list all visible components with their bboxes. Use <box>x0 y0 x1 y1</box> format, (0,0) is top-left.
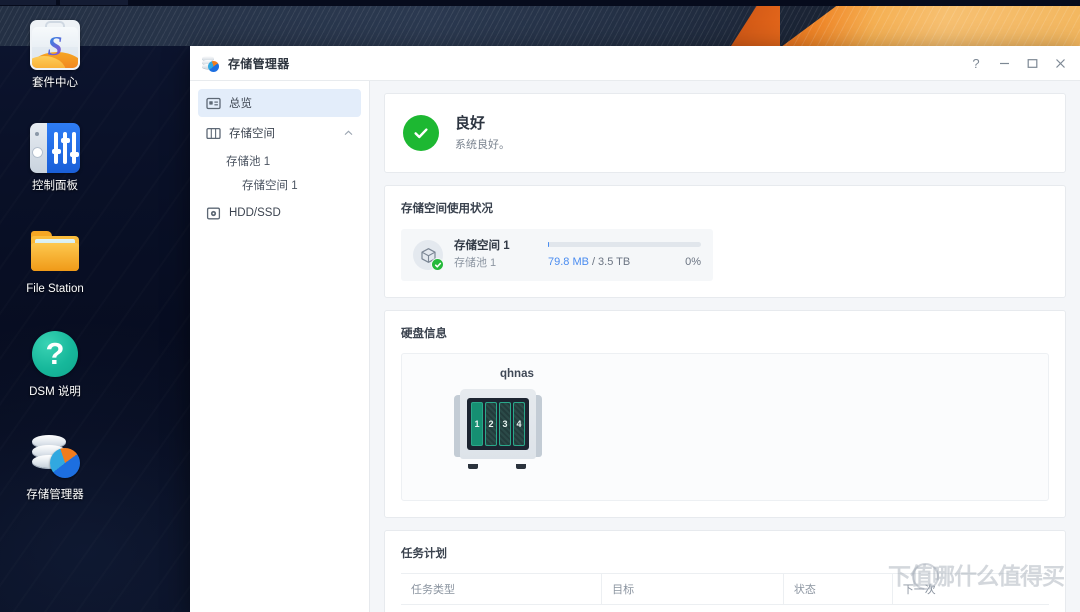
health-description: 系统良好。 <box>455 139 510 151</box>
desktop-icon-file-station[interactable]: File Station <box>0 220 110 296</box>
drive-bay-2[interactable]: 2 <box>485 402 497 446</box>
desktop-icon-control-panel[interactable]: 控制面板 <box>0 117 110 193</box>
volume-labels: 存储空间 1 存储池 1 <box>454 239 542 271</box>
app-icon <box>202 55 219 72</box>
task-table-header: 任务类型 目标 状态 下一次 <box>401 573 1049 605</box>
desktop: S 套件中心 控制面板 File Station ? DSM 说明 存储管理器 … <box>0 0 1080 612</box>
storage-usage-card: 存储空间使用状况 存储空间 1 存储池 1 79.8 MB / 3.5 TB 0… <box>384 185 1066 298</box>
volume-pool: 存储池 1 <box>454 257 497 269</box>
health-card: 良好 系统良好。 <box>384 93 1066 173</box>
window-body: 总览 存储空间 存储池 1 存储空间 1 HDD/SSD 良好 系统良好。 存储… <box>190 81 1080 612</box>
task-cell-status: 已就绪 <box>783 604 893 612</box>
volume-separator: / <box>591 256 596 268</box>
storage-manager-window: 存储管理器 ? 总览 存储空间 存储池 1 存储空间 1 HDD/SSD 良好 … <box>190 46 1080 612</box>
desktop-icon-label: 控制面板 <box>32 180 78 192</box>
sidebar-item-hdd-ssd[interactable]: HDD/SSD <box>198 199 361 227</box>
chevron-up-icon[interactable] <box>344 129 353 138</box>
usage-bar-track <box>548 242 701 247</box>
disk-info-card: 硬盘信息 qhnas 1234 <box>384 310 1066 518</box>
sidebar-subitem-label: 存储池 1 <box>226 156 271 168</box>
volume-icon <box>413 240 444 271</box>
close-icon <box>1055 58 1065 68</box>
help-icon: ? <box>972 55 980 71</box>
minimize-button[interactable] <box>990 50 1018 76</box>
sidebar-subitem-label: 存储空间 1 <box>242 180 298 192</box>
volume-numbers: 79.8 MB / 3.5 TB 0% <box>548 256 701 268</box>
drive-bay-4[interactable]: 4 <box>513 402 525 446</box>
task-cell-target: 硬盘 1, 硬盘 2 <box>601 604 784 612</box>
volume-percent: 0% <box>685 256 701 268</box>
window-controls: ? <box>962 50 1074 76</box>
health-check-icon <box>403 115 439 151</box>
volume-name: 存储空间 1 <box>454 240 510 252</box>
task-table: 任务类型目标状态下一次 S.M.A.R.T. 检测硬盘 1, 硬盘 2已就绪20… <box>401 573 1049 612</box>
window-titlebar[interactable]: 存储管理器 ? <box>190 46 1080 81</box>
taskbar[interactable] <box>0 0 1080 6</box>
sidebar-item-label: 存储空间 <box>229 128 275 140</box>
control-panel-icon <box>30 123 80 173</box>
sidebar-item-pool-1[interactable]: 存储池 1 <box>190 149 369 173</box>
drive-bay-1[interactable]: 1 <box>471 402 483 446</box>
sidebar-item-label: HDD/SSD <box>229 207 281 219</box>
nas-drive-bays: 1234 <box>467 398 529 450</box>
sidebar-item-overview[interactable]: 总览 <box>198 89 361 117</box>
task-cell-type: S.M.A.R.T. 检测 <box>401 604 602 612</box>
task-schedule-title: 任务计划 <box>401 548 447 560</box>
help-button[interactable]: ? <box>962 50 990 76</box>
health-status: 良好 <box>455 115 486 132</box>
volume-row[interactable]: 存储空间 1 存储池 1 79.8 MB / 3.5 TB 0% <box>401 229 713 281</box>
task-cell-next: 2022-07-22 <box>892 604 1049 612</box>
task-column-header[interactable]: 目标 <box>601 573 784 605</box>
sidebar: 总览 存储空间 存储池 1 存储空间 1 HDD/SSD <box>190 81 370 612</box>
storage-manager-icon <box>30 432 80 482</box>
desktop-icon-label: DSM 说明 <box>29 386 81 398</box>
close-button[interactable] <box>1046 50 1074 76</box>
package-center-icon: S <box>30 20 80 70</box>
desktop-icon-package-center[interactable]: S 套件中心 <box>0 14 110 90</box>
content-area: 良好 系统良好。 存储空间使用状况 存储空间 1 存储池 1 79.8 MB /… <box>370 81 1080 612</box>
nas-illustration: 1234 <box>454 389 542 469</box>
desktop-icon-storage-manager[interactable]: 存储管理器 <box>0 426 110 502</box>
file-station-icon <box>30 226 80 276</box>
window-title: 存储管理器 <box>228 56 290 71</box>
storage-pool-icon <box>206 126 221 141</box>
volume-status-badge <box>431 258 444 271</box>
nas-diagram-container: qhnas 1234 <box>401 353 1049 501</box>
volume-meter: 79.8 MB / 3.5 TB 0% <box>542 242 701 268</box>
dsm-help-icon: ? <box>30 329 80 379</box>
overview-icon <box>206 96 221 111</box>
sidebar-item-storage-pool[interactable]: 存储空间 <box>198 119 361 147</box>
volume-used: 79.8 MB <box>548 256 589 268</box>
minimize-icon <box>999 62 1009 64</box>
nas-device-name: qhnas <box>500 368 534 380</box>
maximize-icon <box>1027 58 1037 68</box>
desktop-icon-label: 套件中心 <box>32 77 78 89</box>
disk-info-title: 硬盘信息 <box>401 328 447 340</box>
table-row[interactable]: S.M.A.R.T. 检测硬盘 1, 硬盘 2已就绪2022-07-22 <box>401 604 1049 612</box>
maximize-button[interactable] <box>1018 50 1046 76</box>
task-column-header[interactable]: 下一次 <box>892 573 1049 605</box>
sidebar-item-label: 总览 <box>229 98 252 110</box>
task-schedule-card: 任务计划 任务类型目标状态下一次 S.M.A.R.T. 检测硬盘 1, 硬盘 2… <box>384 530 1066 612</box>
desktop-icon-dsm-help[interactable]: ? DSM 说明 <box>0 323 110 399</box>
sidebar-item-volume-1[interactable]: 存储空间 1 <box>190 173 369 197</box>
desktop-icon-list: S 套件中心 控制面板 File Station ? DSM 说明 存储管理器 <box>0 14 110 529</box>
taskbar-chip-left[interactable] <box>0 0 56 5</box>
storage-usage-title: 存储空间使用状况 <box>401 203 493 215</box>
volume-total: 3.5 TB <box>598 256 631 268</box>
drive-bay-3[interactable]: 3 <box>499 402 511 446</box>
task-column-header[interactable]: 任务类型 <box>401 573 603 605</box>
hdd-ssd-icon <box>206 206 221 221</box>
desktop-icon-label: File Station <box>26 283 84 295</box>
taskbar-chip-right[interactable] <box>60 0 128 5</box>
task-column-header[interactable]: 状态 <box>783 573 893 605</box>
task-table-body: S.M.A.R.T. 检测硬盘 1, 硬盘 2已就绪2022-07-22 <box>401 604 1049 612</box>
desktop-icon-label: 存储管理器 <box>26 489 84 501</box>
